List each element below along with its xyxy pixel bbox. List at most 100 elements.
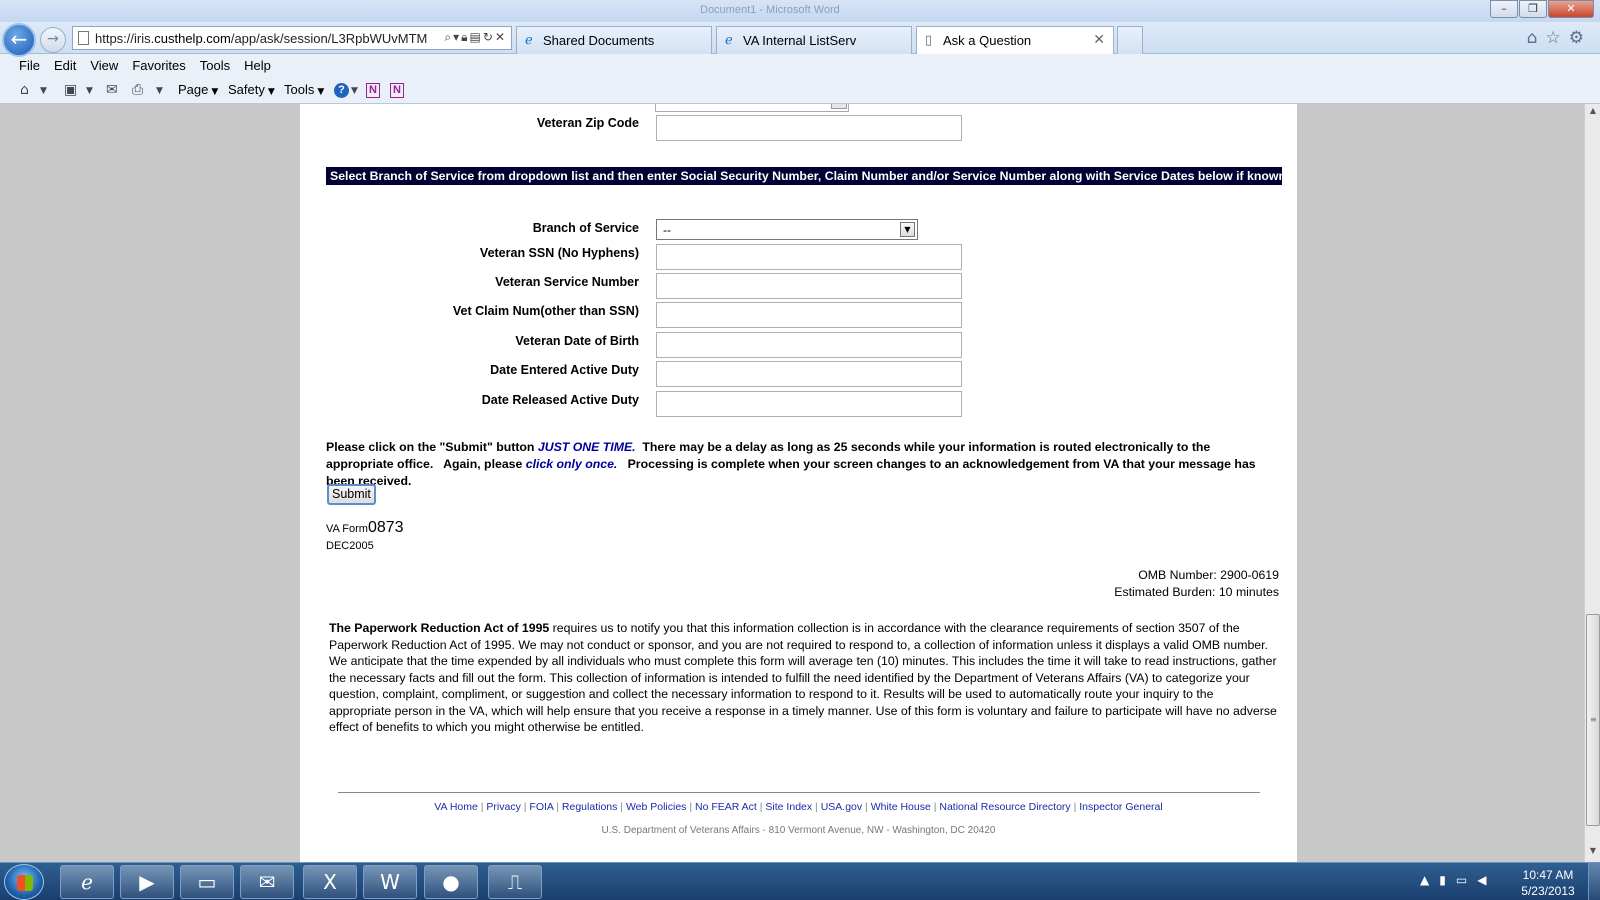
tab-label: VA Internal ListServ [743, 33, 857, 48]
page-menu[interactable]: Page ▼ [178, 82, 218, 97]
service-number-label: Veteran Service Number [495, 275, 639, 289]
home-dropdown-icon[interactable]: ▼ [40, 86, 47, 96]
home-icon[interactable]: ⌂ [20, 82, 29, 98]
url-domain: custhelp.com [154, 31, 231, 46]
volume-icon[interactable]: ◀ [1477, 873, 1496, 887]
footer-link-regulations[interactable]: Regulations [562, 801, 617, 813]
menu-tools[interactable]: Tools [193, 54, 237, 73]
dropdown-icon[interactable]: ▾ [453, 30, 461, 44]
ie-icon: ℯ [725, 33, 733, 48]
scroll-up-icon[interactable]: ▲ [1587, 106, 1599, 120]
word-icon[interactable]: W [363, 865, 417, 899]
close-tab-icon[interactable]: ✕ [1093, 32, 1105, 48]
address-bar[interactable]: https://iris.custhelp.com/app/ask/sessio… [72, 26, 512, 50]
footer-link-usa-gov[interactable]: USA.gov [821, 801, 862, 813]
back-button[interactable]: ← [2, 23, 36, 57]
url-prefix: https://iris. [95, 31, 155, 46]
help-icon[interactable]: ? [334, 83, 349, 98]
favorites-star-icon[interactable]: ☆ [1546, 28, 1569, 48]
settings-gear-icon[interactable]: ⚙ [1569, 28, 1592, 48]
vertical-scrollbar[interactable]: ▲ ≡ ▼ [1584, 104, 1600, 862]
claim-number-input[interactable] [656, 302, 962, 328]
address-bar-icons[interactable]: ⌕▾🔒︎▤↻✕ [444, 30, 507, 45]
feed-dropdown-icon[interactable]: ▼ [86, 86, 93, 96]
footer-link-web-policies[interactable]: Web Policies [626, 801, 687, 813]
stop-icon[interactable]: ✕ [495, 30, 507, 44]
footer-link-site-index[interactable]: Site Index [765, 801, 812, 813]
web-page: Veteran Zip Code Select Branch of Servic… [300, 104, 1297, 862]
lock-icon[interactable]: 🔒︎ [461, 30, 469, 44]
scroll-down-icon[interactable]: ▼ [1587, 846, 1599, 860]
tab-ask-a-question[interactable]: ▯ Ask a Question ✕ [916, 26, 1114, 54]
clock-time: 10:47 AM [1522, 868, 1574, 882]
messenger-icon[interactable]: ● [424, 865, 478, 899]
menu-help[interactable]: Help [237, 54, 278, 73]
mail-icon[interactable]: ✉ [106, 82, 118, 98]
menu-view[interactable]: View [83, 54, 125, 73]
tab-va-internal-listserv[interactable]: ℯ VA Internal ListServ [716, 26, 912, 54]
footer-link-va-home[interactable]: VA Home [434, 801, 478, 813]
onenote-linked-icon[interactable]: N [390, 83, 404, 98]
media-player-icon[interactable]: ▶ [120, 865, 174, 899]
home-icon[interactable]: ⌂ [1527, 28, 1546, 48]
refresh-icon[interactable]: ↻ [483, 30, 495, 44]
forward-button[interactable]: → [40, 27, 66, 53]
footer-link-white-house[interactable]: White House [871, 801, 931, 813]
grip-icon: ≡ [1590, 715, 1597, 724]
branch-select[interactable]: -- ▼ [656, 219, 918, 240]
safety-menu[interactable]: Safety ▼ [228, 82, 275, 97]
footer-link-privacy[interactable]: Privacy [486, 801, 520, 813]
date-of-birth-input[interactable] [656, 332, 962, 358]
print-dropdown-icon[interactable]: ▼ [156, 86, 163, 96]
address-url[interactable]: https://iris.custhelp.com/app/ask/sessio… [95, 31, 427, 46]
instr-emphasis-1: JUST ONE TIME. [537, 440, 636, 454]
footer-link-foia[interactable]: FOIA [529, 801, 553, 813]
footer-link-no-fear-act[interactable]: No FEAR Act [695, 801, 757, 813]
network-icon[interactable]: ▭ [1456, 873, 1477, 887]
excel-icon[interactable]: X [303, 865, 357, 899]
start-button[interactable] [4, 864, 44, 900]
zip-input[interactable] [656, 115, 962, 141]
submit-button[interactable]: Submit [327, 484, 376, 505]
menu-edit[interactable]: Edit [47, 54, 83, 73]
omb-info: OMB Number: 2900-0619 Estimated Burden: … [1114, 567, 1279, 600]
navigation-bar: ← → https://iris.custhelp.com/app/ask/se… [0, 22, 1600, 57]
pdf-reader-icon[interactable]: ⎍ [488, 865, 542, 899]
footer-link-inspector-general[interactable]: Inspector General [1079, 801, 1162, 813]
system-clock[interactable]: 10:47 AM 5/23/2013 [1512, 867, 1584, 899]
show-desktop-button[interactable] [1588, 863, 1600, 900]
page-menu-label: Page [178, 82, 209, 97]
print-icon[interactable]: ⎙ [132, 82, 143, 98]
estimated-burden: Estimated Burden: 10 minutes [1114, 584, 1279, 599]
outlook-icon[interactable]: ✉ [240, 865, 294, 899]
compatibility-icon[interactable]: ▤ [470, 30, 483, 44]
show-hidden-icons-icon[interactable]: ▲ [1420, 873, 1439, 887]
file-explorer-icon[interactable]: ▭ [180, 865, 234, 899]
zip-label: Veteran Zip Code [536, 116, 639, 130]
service-number-input[interactable] [656, 273, 962, 299]
footer-link-national-resource-directory[interactable]: National Resource Directory [939, 801, 1070, 813]
tab-shared-documents[interactable]: ℯ Shared Documents [516, 26, 712, 54]
date-entered-input[interactable] [656, 361, 962, 387]
form-date: DEC2005 [326, 540, 374, 552]
minimize-button[interactable]: – [1490, 0, 1518, 18]
date-released-input[interactable] [656, 391, 962, 417]
close-window-button[interactable]: ✕ [1548, 0, 1594, 18]
device-icon[interactable]: ▮ [1439, 873, 1456, 887]
search-icon[interactable]: ⌕ [444, 30, 453, 44]
help-dropdown-icon[interactable]: ▼ [351, 86, 358, 96]
onenote-icon[interactable]: N [366, 83, 380, 98]
state-select-partial[interactable] [655, 104, 849, 112]
ie-icon: ℯ [525, 33, 533, 48]
ssn-input[interactable] [656, 244, 962, 270]
scrollbar-thumb[interactable]: ≡ [1586, 614, 1600, 826]
omb-number: OMB Number: 2900-0619 [1138, 568, 1279, 582]
maximize-button[interactable]: ❐ [1519, 0, 1547, 18]
new-tab-button[interactable] [1117, 26, 1143, 54]
rss-feed-icon[interactable]: ▣ [64, 82, 77, 98]
internet-explorer-icon[interactable]: ℯ [60, 865, 114, 899]
footer-divider [338, 792, 1260, 793]
tab-label: Ask a Question [943, 33, 1032, 48]
menu-favorites[interactable]: Favorites [125, 54, 192, 73]
tools-menu[interactable]: Tools ▼ [284, 82, 324, 97]
